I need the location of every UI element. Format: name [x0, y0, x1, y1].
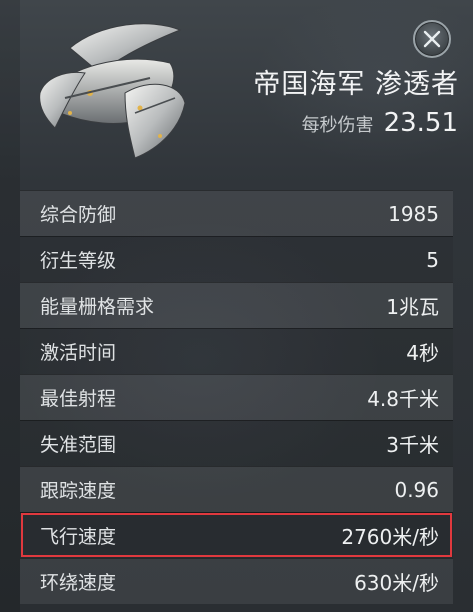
stat-label: 飞行速度 [40, 526, 117, 548]
stat-row-falloff: 失准范围 3千米 [20, 420, 453, 466]
stat-value: 4秒 [406, 341, 439, 365]
drone-info-panel: 帝国海军 渗透者 每秒伤害 23.51 综合防御 1985 衍生等级 5 能量栅… [0, 0, 473, 612]
stat-row-meta-level: 衍生等级 5 [20, 236, 453, 282]
drone-ship-icon [39, 23, 186, 159]
item-title: 帝国海军 渗透者 [253, 69, 459, 100]
stat-label: 激活时间 [40, 342, 117, 364]
stat-value: 630米/秒 [354, 571, 439, 595]
stat-label: 最佳射程 [40, 388, 117, 410]
stat-value: 2760米/秒 [341, 525, 439, 549]
dps-value: 23.51 [383, 108, 458, 138]
stat-value: 4.8千米 [367, 387, 439, 411]
close-icon [423, 30, 441, 48]
stat-row-flight-speed: 飞行速度 2760米/秒 [20, 512, 453, 558]
dps-label: 每秒伤害 [301, 115, 374, 136]
stat-label: 能量栅格需求 [40, 296, 155, 318]
stat-value: 1兆瓦 [386, 295, 439, 319]
stat-row-tracking: 跟踪速度 0.96 [20, 466, 453, 512]
stat-row-orbit-velocity: 环绕速度 630米/秒 [20, 558, 453, 604]
stat-row-activation-time: 激活时间 4秒 [20, 328, 453, 374]
stat-label: 跟踪速度 [40, 480, 117, 502]
stat-row-powergrid: 能量栅格需求 1兆瓦 [20, 282, 453, 328]
stat-row-optimal-range: 最佳射程 4.8千米 [20, 374, 453, 420]
panel-edge [0, 0, 20, 612]
stat-label: 失准范围 [40, 434, 117, 456]
stat-value: 5 [426, 247, 439, 272]
stat-value: 1985 [388, 201, 439, 226]
stat-row-defense: 综合防御 1985 [20, 190, 453, 236]
stat-label: 环绕速度 [40, 572, 117, 594]
stat-value: 3千米 [386, 433, 439, 457]
stats-list: 综合防御 1985 衍生等级 5 能量栅格需求 1兆瓦 激活时间 4秒 最佳射程… [20, 190, 453, 604]
dps-row: 每秒伤害 23.51 [302, 108, 458, 138]
stat-value: 0.96 [394, 477, 439, 502]
close-button[interactable] [413, 20, 451, 58]
stat-label: 综合防御 [40, 204, 117, 226]
stat-label: 衍生等级 [40, 250, 117, 272]
